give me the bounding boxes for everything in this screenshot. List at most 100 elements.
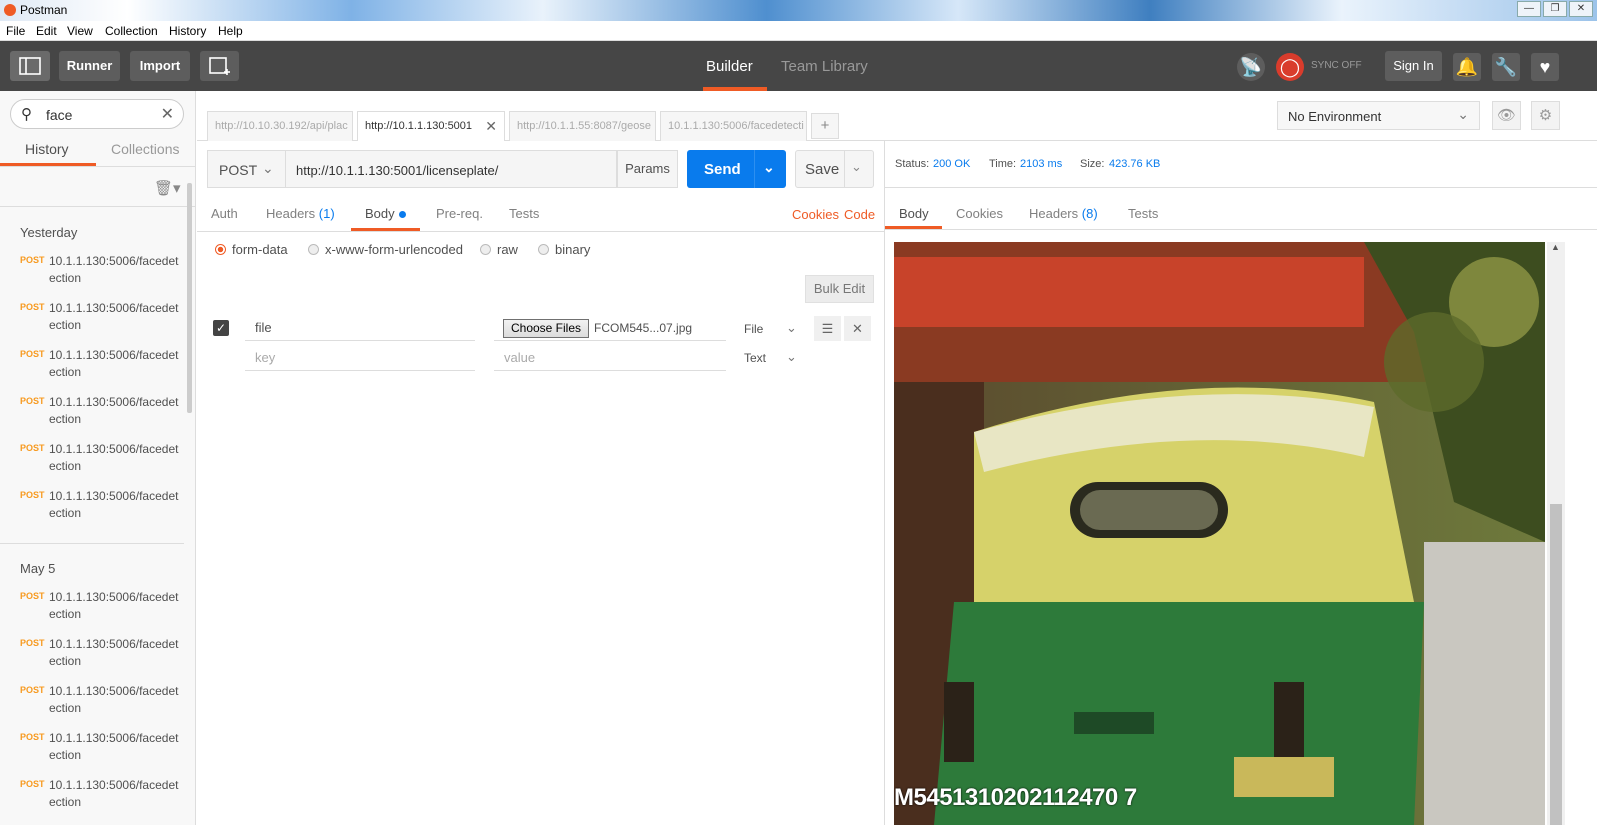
menu-history[interactable]: History [169,24,206,38]
time-value: 2103 ms [1020,158,1063,170]
environment-select[interactable]: No Environment ⌄ [1277,101,1480,130]
chosen-file-name: FCOM545...07.jpg [594,321,693,335]
status-label: Status: [895,158,930,170]
row-enabled-checkbox[interactable]: ✓ [213,320,229,336]
method-badge: POST [20,638,45,648]
method-select[interactable]: POST ⌄ [207,150,286,188]
trash-icon[interactable]: 🗑▾ [154,179,181,197]
type-select[interactable]: File ⌄ [744,320,797,336]
request-tab[interactable]: http://10.1.1.55:8087/geose [509,111,656,141]
time-label: Time: [989,158,1017,170]
value-input[interactable]: value [494,349,726,371]
request-tab-active[interactable]: http://10.1.1.130:5001 ✕ [357,111,505,141]
menu-file[interactable]: File [6,24,25,38]
close-window-icon[interactable]: ✕ [1569,1,1593,17]
runner-button[interactable]: Runner [59,51,120,81]
code-link[interactable]: Code [844,207,875,222]
delete-row-icon[interactable]: ✕ [844,316,871,341]
pane-divider[interactable] [884,141,885,825]
request-tab[interactable]: http://10.10.30.192/api/plac [207,111,353,141]
radio-label: raw [497,242,518,257]
menu-help[interactable]: Help [218,24,243,38]
team-library-tab[interactable]: Team Library [781,58,868,75]
radio-indicator [538,244,549,255]
heart-icon[interactable]: ♥ [1531,53,1559,81]
chevron-down-icon[interactable]: ⌄ [763,159,775,176]
new-tab-button[interactable]: + [811,113,839,139]
body-tab-indicator [351,228,420,231]
save-button[interactable]: Save ⌄ [795,150,874,188]
postman-logo-icon [4,4,16,16]
radio-urlencoded[interactable]: x-www-form-urlencoded [308,242,463,257]
settings-wrench-icon[interactable]: 🔧 [1492,53,1520,81]
scroll-up-icon[interactable]: ▲ [1551,242,1560,252]
chevron-down-icon[interactable]: ⌄ [851,159,862,175]
maximize-icon[interactable]: ❐ [1543,1,1567,17]
response-scrollbar[interactable]: ▲ [1547,242,1565,825]
environment-bar: No Environment ⌄ 👁 ⚙ [884,91,1597,141]
radio-binary[interactable]: binary [538,242,590,257]
bulk-row-handle-icon[interactable]: ☰ [814,316,841,341]
url-input[interactable]: http://10.1.1.130:5001/licenseplate/ [286,150,617,188]
main-toolbar: Runner Import Builder Team Library 📡 ◯ S… [0,41,1597,91]
history-url: 10.1.1.130:5006/facedetection [49,778,179,809]
menu-collection[interactable]: Collection [105,24,158,38]
tab-collections[interactable]: Collections [111,141,179,157]
history-search[interactable]: ⚲ face ✕ [10,99,184,129]
resp-body-tab-indicator [885,226,942,229]
notifications-bell-icon[interactable]: 🔔 [1453,53,1481,81]
window-title: Postman [20,3,68,17]
choose-files-button[interactable]: Choose Files [503,319,589,338]
method-badge: POST [20,349,45,359]
method-badge: POST [20,779,45,789]
sync-icon[interactable]: ◯ [1276,53,1304,81]
radio-indicator [215,244,226,255]
history-url: 10.1.1.130:5006/facedetection [49,348,179,379]
type-value: File [744,322,764,336]
type-select[interactable]: Text ⌄ [744,349,797,365]
send-button[interactable]: Send ⌄ [687,150,786,188]
scroll-thumb[interactable] [1550,504,1562,825]
tab-prereq[interactable]: Pre-req. [436,206,483,221]
close-tab-icon[interactable]: ✕ [485,118,497,135]
radio-form-data[interactable]: form-data [215,242,288,257]
toggle-sidebar-button[interactable] [10,51,50,81]
menu-view[interactable]: View [67,24,93,38]
chevron-down-icon: ⌄ [786,320,797,335]
builder-tab[interactable]: Builder [706,58,753,75]
search-input[interactable]: face [46,107,72,123]
menu-edit[interactable]: Edit [36,24,57,38]
params-button[interactable]: Params [617,150,678,188]
sidebar-scrollbar[interactable] [187,183,192,413]
resp-tab-tests[interactable]: Tests [1128,206,1158,221]
radio-raw[interactable]: raw [480,242,518,257]
bulk-edit-button[interactable]: Bulk Edit [805,275,874,303]
method-badge: POST [20,591,45,601]
new-window-button[interactable] [200,51,239,81]
tab-auth[interactable]: Auth [211,206,238,221]
cookies-link[interactable]: Cookies [792,207,839,222]
resp-tab-body[interactable]: Body [899,206,929,221]
minimize-icon[interactable]: — [1517,1,1541,17]
tab-headers[interactable]: Headers (1) [266,206,335,221]
resp-headers-count: (8) [1081,206,1098,221]
resp-tab-cookies[interactable]: Cookies [956,206,1003,221]
interceptor-icon[interactable]: 📡 [1237,53,1265,81]
sign-in-button[interactable]: Sign In [1385,51,1442,81]
group-yesterday: Yesterday [20,225,78,240]
tab-tests[interactable]: Tests [509,206,539,221]
import-button[interactable]: Import [130,51,190,81]
eye-icon[interactable]: 👁 [1492,101,1521,130]
request-tab[interactable]: 10.1.1.130:5006/facedetecti [660,111,807,141]
gear-icon[interactable]: ⚙ [1531,101,1560,130]
key-input[interactable]: key [245,349,475,371]
clear-search-icon[interactable]: ✕ [161,104,174,124]
key-field[interactable]: file [245,319,475,341]
method-badge: POST [20,302,45,312]
tab-history[interactable]: History [25,141,69,157]
send-label: Send [704,161,741,178]
chevron-down-icon: ⌄ [786,349,797,364]
resp-tab-headers[interactable]: Headers (8) [1029,206,1098,221]
group-may5: May 5 [20,561,56,576]
tab-body[interactable]: Body [365,206,406,221]
